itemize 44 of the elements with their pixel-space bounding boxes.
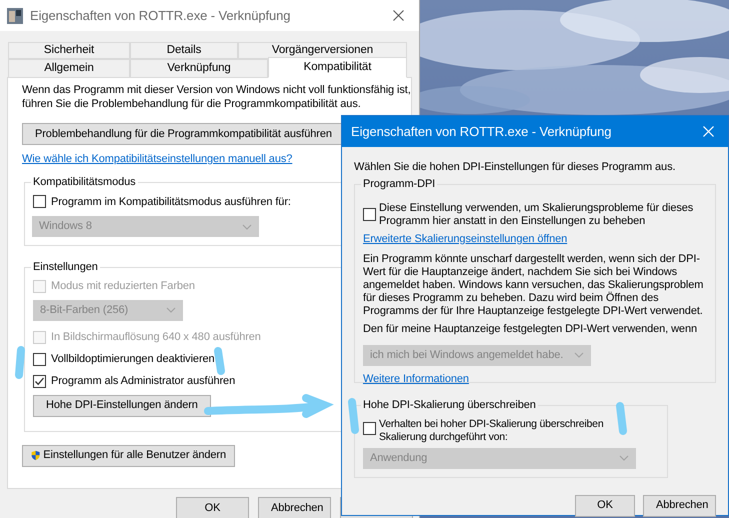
tab[interactable]: Kompatibilität (268, 57, 407, 78)
button[interactable]: Abbrechen (643, 494, 716, 516)
condition-label: Den für meine Hauptanzeige festgelegten DPI-Wert verwenden, wenn (363, 322, 697, 337)
chevron-icon (242, 224, 252, 230)
tab[interactable]: Vorgängerversionen (238, 42, 407, 59)
button[interactable]: OK (176, 497, 249, 518)
app-icon (7, 8, 23, 24)
shield-icon (31, 448, 40, 463)
scaling-settings-link[interactable]: Erweiterte Skalierungseinstellungen öffnen (363, 230, 568, 247)
checkbox-label: Programm als Administrator ausführen (51, 374, 236, 389)
marker-stroke (15, 346, 25, 379)
checkbox-label: Verhalten bei hoher DPI-Skalierung überschreiben Skalierung durchgeführt von: (379, 418, 604, 444)
checkbox-label: In Bildschirmauflösung 640 x 480 ausführen (51, 330, 261, 345)
checkbox[interactable] (363, 208, 376, 220)
window-title: Eigenschaften von ROTTR.exe - Verknüpfung (30, 6, 292, 25)
checkbox-label: Programm im Kompatibilitätsmodus ausführen für: (51, 194, 291, 210)
checkbox[interactable] (363, 422, 376, 434)
checkbox-label: Vollbildoptimierungen deaktivieren (51, 352, 215, 367)
checkbox-label: Modus mit reduzierten Farben (51, 278, 195, 294)
button[interactable]: Hohe DPI-Einstellungen ändern (33, 394, 211, 416)
chevron-icon (166, 307, 176, 313)
tab[interactable]: Sicherheit (8, 42, 130, 59)
more-info-link[interactable]: Weitere Informationen (363, 370, 469, 387)
checkbox[interactable] (33, 374, 46, 388)
tab[interactable]: Verknüpfung (130, 59, 268, 78)
marker-stroke (616, 402, 627, 435)
intro-text: Wenn das Programm mit dieser Version von Windows nicht voll funktionsfähig ist, führen Sie die Problembehandlung für die Programmkompatibilität aus. (22, 83, 412, 111)
tab[interactable]: Details (130, 42, 238, 59)
checkbox[interactable] (33, 195, 46, 208)
description-text: Ein Programm könnte unscharf dargestellt werden, wenn sich der DPI-Wert für die Hauptanzeige ändert, nachdem Sie sich bei Windows angemeldet haben. Windows kann versuchen, das Skalierungsproblem für dieses Programm zu beheben. Dazu wird beim Öffnen des Programms der für Ihre Hauptanzeige festgelegte DPI-Wert verwendet. (363, 253, 704, 318)
help-link[interactable]: Wie wähle ich Kompatibilitätseinstellungen manuell aus? (22, 151, 292, 168)
close-icon[interactable] (393, 10, 404, 21)
marker-stroke (214, 347, 225, 375)
button[interactable]: Abbrechen (258, 497, 331, 518)
checkbox[interactable] (33, 352, 46, 366)
checkbox-label: Diese Einstellung verwenden, um Skalierungsprobleme für dieses Programm hier anstatt in den Einstellungen zu beheben (379, 202, 694, 228)
button[interactable]: OK (575, 494, 635, 516)
button[interactable]: Einstellungen für alle Benutzer ändern (22, 444, 235, 466)
window-title: Eigenschaften von ROTTR.exe - Verknüpfung (351, 122, 612, 141)
chevron-icon (619, 455, 629, 461)
intro-text: Wählen Sie die hohen DPI-Einstellungen für dieses Programm aus. (354, 160, 676, 175)
tab[interactable]: Allgemein (8, 59, 130, 78)
chevron-icon (574, 352, 584, 358)
marker-stroke (348, 398, 359, 434)
